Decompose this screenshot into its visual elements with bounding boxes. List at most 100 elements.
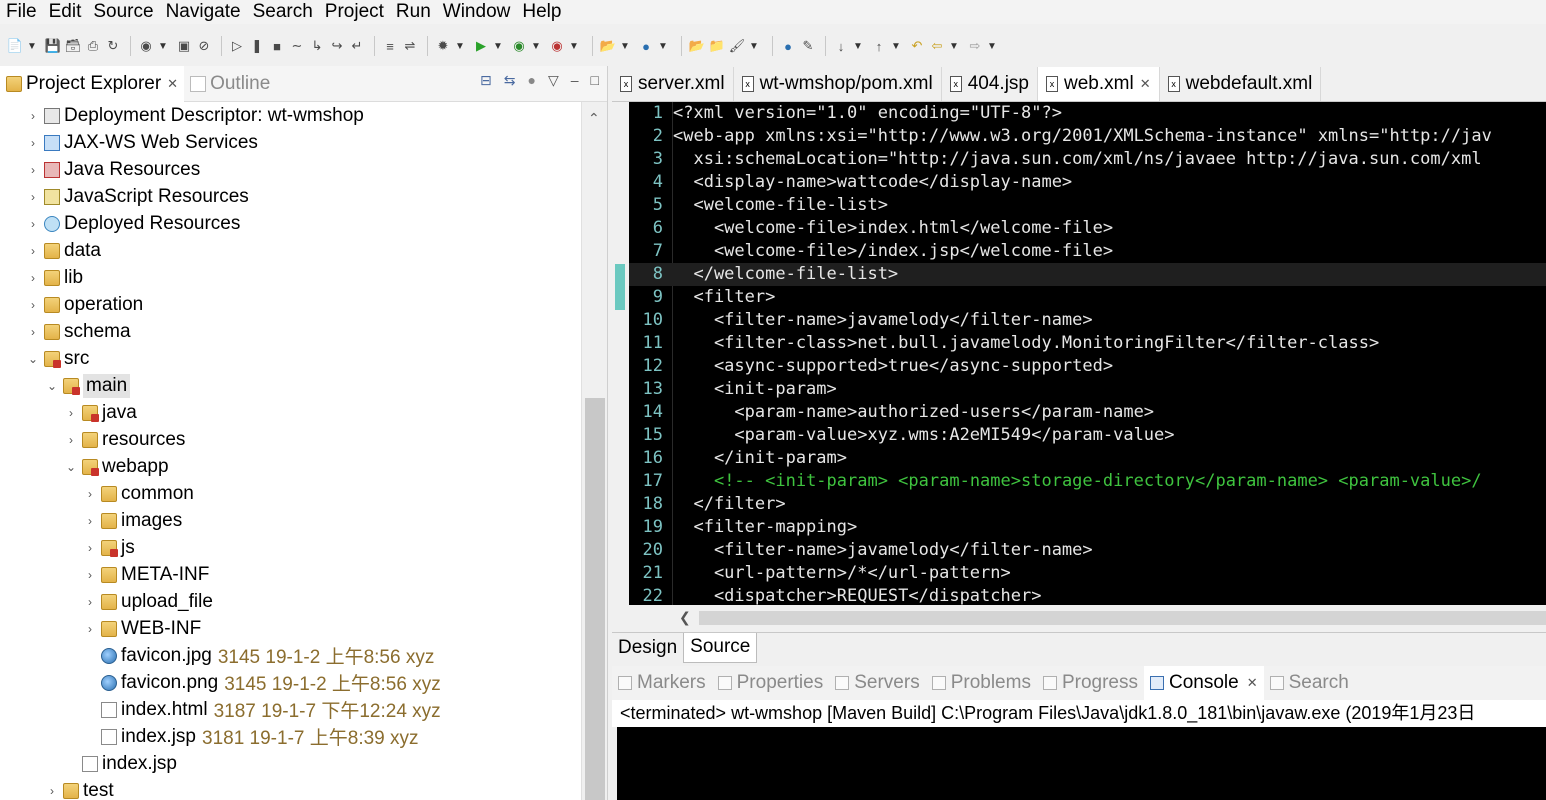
- collapsed-chevron-icon[interactable]: ›: [26, 217, 40, 231]
- step-return-icon[interactable]: ↵: [348, 37, 366, 55]
- print-icon[interactable]: ⎙: [84, 37, 102, 55]
- code-line[interactable]: 3 xsi:schemaLocation="http://java.sun.co…: [629, 148, 1546, 171]
- collapsed-chevron-icon[interactable]: ›: [26, 325, 40, 339]
- collapsed-chevron-icon[interactable]: ›: [26, 109, 40, 123]
- new-java-project-dropdown-icon[interactable]: ▼: [619, 37, 631, 55]
- tree-item[interactable]: index.html 3187 19-1-7 下午12:24 xyz: [83, 696, 441, 723]
- close-icon[interactable]: ✕: [1140, 76, 1151, 92]
- tab-outline[interactable]: Outline: [184, 66, 276, 102]
- back-dropdown-icon[interactable]: ▼: [948, 37, 960, 55]
- collapsed-chevron-icon[interactable]: ›: [45, 784, 59, 798]
- tree-item[interactable]: › resources: [64, 426, 185, 453]
- collapsed-chevron-icon[interactable]: ›: [26, 163, 40, 177]
- search-icon[interactable]: 🖌: [728, 37, 746, 55]
- code-line[interactable]: 18 </filter>: [629, 493, 1546, 516]
- tree-item[interactable]: › schema: [26, 318, 131, 345]
- tree-item[interactable]: index.jsp 3181 19-1-7 上午8:39 xyz: [83, 723, 419, 750]
- coverage-dropdown-icon[interactable]: ▼: [530, 37, 542, 55]
- menu-edit[interactable]: Edit: [43, 0, 88, 24]
- tree-item[interactable]: › operation: [26, 291, 143, 318]
- view-tab[interactable]: Console ✕: [1143, 666, 1264, 700]
- link-icon[interactable]: ⇌: [401, 37, 419, 55]
- view-tab[interactable]: Search: [1264, 666, 1355, 700]
- scroll-left-icon[interactable]: ❮: [679, 609, 691, 626]
- previous-annotation-dropdown-icon[interactable]: ▼: [890, 37, 902, 55]
- scrollbar-track[interactable]: [699, 611, 1546, 625]
- code-line[interactable]: 16 </init-param>: [629, 447, 1546, 470]
- save-all-icon[interactable]: 🗃: [64, 37, 82, 55]
- tree-item[interactable]: › upload_file: [83, 588, 213, 615]
- run-dropdown-icon[interactable]: ▼: [492, 37, 504, 55]
- tree-item[interactable]: › JAX-WS Web Services: [26, 129, 258, 156]
- tab-source[interactable]: Source: [683, 632, 758, 663]
- toggle-block-icon[interactable]: ≡: [381, 37, 399, 55]
- collapsed-chevron-icon[interactable]: ›: [26, 298, 40, 312]
- tree-item[interactable]: › java: [64, 399, 137, 426]
- collapsed-chevron-icon[interactable]: ›: [83, 595, 97, 609]
- collapsed-chevron-icon[interactable]: ›: [26, 244, 40, 258]
- user-dropdown-icon[interactable]: ▼: [157, 37, 169, 55]
- collapsed-chevron-icon[interactable]: ›: [83, 568, 97, 582]
- code-line[interactable]: 2 <web-app xmlns:xsi="http://www.w3.org/2…: [629, 125, 1546, 148]
- tree-item[interactable]: › Deployed Resources: [26, 210, 240, 237]
- external-tools-icon[interactable]: ◉: [548, 37, 566, 55]
- forward-icon[interactable]: ⇨: [966, 37, 984, 55]
- suspend-icon[interactable]: ❚: [248, 37, 266, 55]
- collapsed-chevron-icon[interactable]: ›: [83, 622, 97, 636]
- code-editor[interactable]: 1 <?xml version="1.0" encoding="UTF-8"?> 2…: [629, 102, 1546, 605]
- run-icon[interactable]: ▶: [472, 37, 490, 55]
- tab-design[interactable]: Design: [612, 633, 683, 663]
- view-tab[interactable]: Progress: [1037, 666, 1144, 700]
- editor-tab[interactable]: x webdefault.xml: [1160, 67, 1322, 101]
- console-output[interactable]: [617, 727, 1546, 800]
- tree-item[interactable]: index.jsp: [64, 750, 177, 777]
- disconnect-icon[interactable]: ∼: [288, 37, 306, 55]
- tree-item[interactable]: › data: [26, 237, 101, 264]
- external-tools-dropdown-icon[interactable]: ▼: [568, 37, 580, 55]
- tree-item[interactable]: favicon.png 3145 19-1-2 上午8:56 xyz: [83, 669, 441, 696]
- resume-icon[interactable]: ▷: [228, 37, 246, 55]
- editor-tab[interactable]: x server.xml: [612, 67, 734, 101]
- view-tab[interactable]: Properties: [712, 666, 830, 700]
- editor-tab[interactable]: x 404.jsp: [942, 67, 1039, 101]
- menu-project[interactable]: Project: [319, 0, 390, 24]
- code-line[interactable]: 20 <filter-name>javamelody</filter-name>: [629, 539, 1546, 562]
- menu-source[interactable]: Source: [87, 0, 159, 24]
- last-edit-icon[interactable]: ↶: [908, 37, 926, 55]
- tree-item[interactable]: › js: [83, 534, 135, 561]
- terminate-icon[interactable]: ■: [268, 37, 286, 55]
- close-icon[interactable]: ✕: [1247, 675, 1258, 691]
- collapsed-chevron-icon[interactable]: ›: [26, 271, 40, 285]
- tree-item[interactable]: ⌄ main: [45, 372, 131, 399]
- tab-project-explorer[interactable]: Project Explorer ✕: [0, 65, 185, 102]
- code-line[interactable]: 19 <filter-mapping>: [629, 516, 1546, 539]
- scrollbar-thumb[interactable]: [585, 398, 605, 800]
- tree-item[interactable]: ⌄ src: [26, 345, 89, 372]
- refresh-icon[interactable]: ↻: [104, 37, 122, 55]
- tree-item[interactable]: › test: [45, 777, 114, 800]
- new-dropdown-icon[interactable]: ▼: [26, 37, 38, 55]
- debug-dropdown-icon[interactable]: ▼: [454, 37, 466, 55]
- code-line[interactable]: 17 <!-- <init-param> <param-name>storage…: [629, 470, 1546, 493]
- menu-help[interactable]: Help: [516, 0, 567, 24]
- step-into-icon[interactable]: ↳: [308, 37, 326, 55]
- code-line[interactable]: 11 <filter-class>net.bull.javamelody.Mon…: [629, 332, 1546, 355]
- skip-breakpoints-icon[interactable]: ⊘: [195, 37, 213, 55]
- new-class-dropdown-icon[interactable]: ▼: [657, 37, 669, 55]
- new-icon[interactable]: 📄: [6, 37, 24, 55]
- expanded-chevron-icon[interactable]: ⌄: [45, 379, 59, 393]
- tree-item[interactable]: favicon.jpg 3145 19-1-2 上午8:56 xyz: [83, 642, 434, 669]
- code-line[interactable]: 4 <display-name>wattcode</display-name>: [629, 171, 1546, 194]
- menu-search[interactable]: Search: [247, 0, 319, 24]
- code-line[interactable]: 12 <async-supported>true</async-supporte…: [629, 355, 1546, 378]
- tree-item[interactable]: › Deployment Descriptor: wt-wmshop: [26, 102, 364, 129]
- menu-file[interactable]: File: [0, 0, 43, 24]
- collapsed-chevron-icon[interactable]: ›: [26, 136, 40, 150]
- user-icon[interactable]: ◉: [137, 37, 155, 55]
- menu-run[interactable]: Run: [390, 0, 437, 24]
- code-line[interactable]: 5 <welcome-file-list>: [629, 194, 1546, 217]
- open-task-icon[interactable]: 📁: [708, 37, 726, 55]
- tree-item[interactable]: › JavaScript Resources: [26, 183, 249, 210]
- expanded-chevron-icon[interactable]: ⌄: [64, 460, 78, 474]
- new-class-icon[interactable]: ●: [637, 37, 655, 55]
